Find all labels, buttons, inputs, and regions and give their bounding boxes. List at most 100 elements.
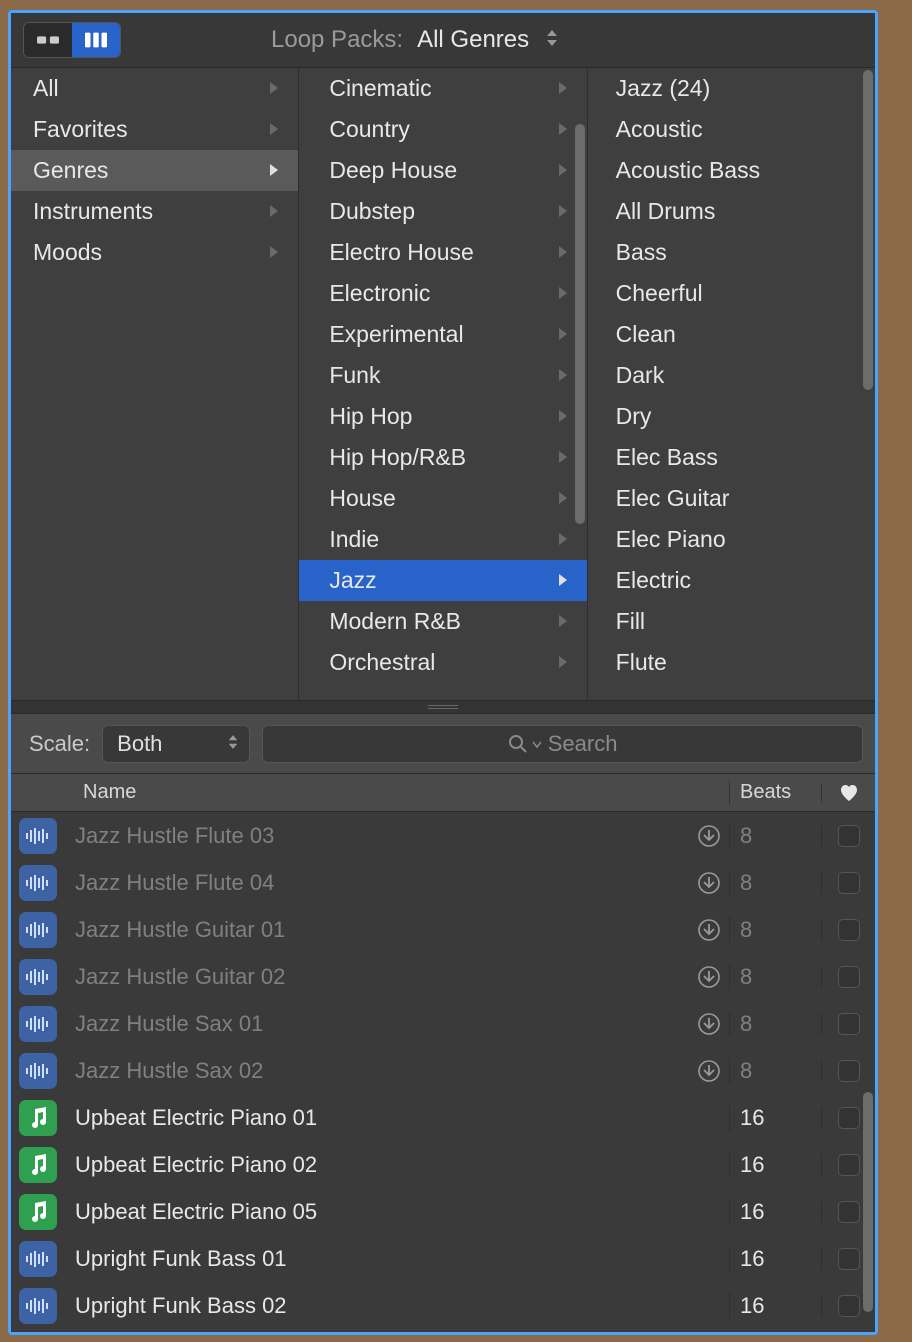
browser-item-label: Cinematic [329, 75, 431, 102]
result-row[interactable]: Jazz Hustle Guitar 018 [11, 906, 875, 953]
scrollbar-thumb[interactable] [863, 1092, 873, 1312]
browser-item[interactable]: All Drums [588, 191, 875, 232]
view-mode-toggle [23, 22, 121, 58]
download-button[interactable] [689, 965, 729, 989]
column-header-beats[interactable]: Beats [729, 781, 821, 804]
favorite-checkbox[interactable] [821, 872, 875, 894]
browser-item[interactable]: Elec Guitar [588, 478, 875, 519]
browser-item[interactable]: Acoustic [588, 109, 875, 150]
chevron-right-icon [268, 157, 280, 184]
browser-item[interactable]: Fill [588, 601, 875, 642]
browser-item[interactable]: Orchestral [299, 642, 586, 683]
chevron-right-icon [557, 75, 569, 102]
browser-item[interactable]: Hip Hop [299, 396, 586, 437]
loop-packs-dropdown[interactable]: All Genres [417, 26, 529, 54]
browser-item[interactable]: Cheerful [588, 273, 875, 314]
resize-handle[interactable] [11, 700, 875, 714]
download-button[interactable] [689, 1012, 729, 1036]
browser-item-label: Dubstep [329, 198, 415, 225]
loop-beats: 16 [729, 1293, 821, 1319]
browser-item[interactable]: Experimental [299, 314, 586, 355]
result-row[interactable]: Upright Funk Bass 0116 [11, 1235, 875, 1282]
download-button[interactable] [689, 1059, 729, 1083]
browser-item[interactable]: Modern R&B [299, 601, 586, 642]
favorite-checkbox[interactable] [821, 825, 875, 847]
category-browser: All FavoritesGenres Instruments Moods Cinem… [11, 68, 875, 700]
result-row[interactable]: Jazz Hustle Flute 048 [11, 859, 875, 906]
browser-item[interactable]: Electric [588, 560, 875, 601]
browser-item[interactable]: Jazz [299, 560, 586, 601]
browser-item[interactable]: Dark [588, 355, 875, 396]
browser-item[interactable]: Cinematic [299, 68, 586, 109]
favorite-checkbox[interactable] [821, 1013, 875, 1035]
result-row[interactable]: Upright Funk Bass 0216 [11, 1282, 875, 1329]
browser-item[interactable]: Electro House [299, 232, 586, 273]
download-icon [697, 965, 721, 989]
loop-browser-panel: Loop Packs: All Genres All FavoritesGenre… [8, 10, 878, 1335]
result-row[interactable]: Jazz Hustle Flute 038 [11, 812, 875, 859]
browser-item[interactable]: Jazz (24) [588, 68, 875, 109]
loop-name: Jazz Hustle Flute 04 [57, 870, 689, 896]
browser-item[interactable]: Country [299, 109, 586, 150]
view-mode-button-grid[interactable] [24, 23, 72, 57]
result-row[interactable]: Upbeat Electric Piano 0216 [11, 1141, 875, 1188]
browser-item[interactable]: Acoustic Bass [588, 150, 875, 191]
browser-item-label: All Drums [616, 198, 716, 225]
browser-item[interactable]: House [299, 478, 586, 519]
browser-item[interactable]: Electronic [299, 273, 586, 314]
browser-item[interactable]: Elec Bass [588, 437, 875, 478]
loop-beats: 8 [729, 1011, 821, 1037]
search-icon [508, 734, 528, 754]
result-row[interactable]: Jazz Hustle Guitar 028 [11, 953, 875, 1000]
browser-item[interactable]: Indie [299, 519, 586, 560]
favorite-checkbox[interactable] [821, 1060, 875, 1082]
browser-item-favorites[interactable]: Favorites [11, 109, 298, 150]
waveform-icon [25, 1015, 51, 1033]
browser-item-label: Dry [616, 403, 652, 430]
midi-note-icon [28, 1154, 48, 1176]
browser-item[interactable]: Dubstep [299, 191, 586, 232]
favorite-checkbox[interactable] [821, 966, 875, 988]
browser-item[interactable]: Elec Piano [588, 519, 875, 560]
result-row[interactable]: Jazz Hustle Sax 028 [11, 1047, 875, 1094]
browser-item[interactable]: Bass [588, 232, 875, 273]
column-header-name[interactable]: Name [73, 781, 729, 804]
toolbar: Loop Packs: All Genres [11, 13, 875, 68]
browser-item[interactable]: Clean [588, 314, 875, 355]
result-row[interactable]: Upbeat Electric Piano 0116 [11, 1094, 875, 1141]
loop-beats: 16 [729, 1152, 821, 1178]
download-button[interactable] [689, 871, 729, 895]
favorite-checkbox[interactable] [821, 919, 875, 941]
browser-item-all[interactable]: All [11, 68, 298, 109]
loop-name: Jazz Hustle Sax 01 [57, 1011, 689, 1037]
browser-item-moods[interactable]: Moods [11, 232, 298, 273]
dropdown-stepper-icon [545, 28, 559, 53]
column-header-favorite[interactable] [821, 784, 875, 802]
chevron-right-icon [557, 403, 569, 430]
browser-item[interactable]: Deep House [299, 150, 586, 191]
scrollbar-thumb[interactable] [575, 124, 585, 524]
browser-item[interactable]: Hip Hop/R&B [299, 437, 586, 478]
scrollbar-thumb[interactable] [863, 70, 873, 390]
browser-column-2: Cinematic CountryDeep House Dubstep Electro… [299, 68, 587, 700]
scale-value: Both [117, 731, 162, 757]
view-mode-button-columns[interactable] [72, 23, 120, 57]
browser-item[interactable]: Funk [299, 355, 586, 396]
result-row[interactable]: Jazz Hustle Sax 01 8 [11, 1000, 875, 1047]
result-row[interactable]: Upbeat Electric Piano 0516 [11, 1188, 875, 1235]
browser-item-label: Flute [616, 649, 667, 676]
scale-dropdown[interactable]: Both [102, 725, 250, 763]
search-input[interactable]: Search [262, 725, 863, 763]
chevron-right-icon [557, 485, 569, 512]
browser-item-genres[interactable]: Genres [11, 150, 298, 191]
browser-item[interactable]: Dry [588, 396, 875, 437]
download-button[interactable] [689, 824, 729, 848]
chevron-right-icon [557, 321, 569, 348]
browser-item-instruments[interactable]: Instruments [11, 191, 298, 232]
browser-item-label: Instruments [33, 198, 153, 225]
download-button[interactable] [689, 918, 729, 942]
loop-type-icon [19, 959, 57, 995]
browser-item[interactable]: Flute [588, 642, 875, 683]
browser-item-label: All [33, 75, 59, 102]
chevron-right-icon [268, 116, 280, 143]
